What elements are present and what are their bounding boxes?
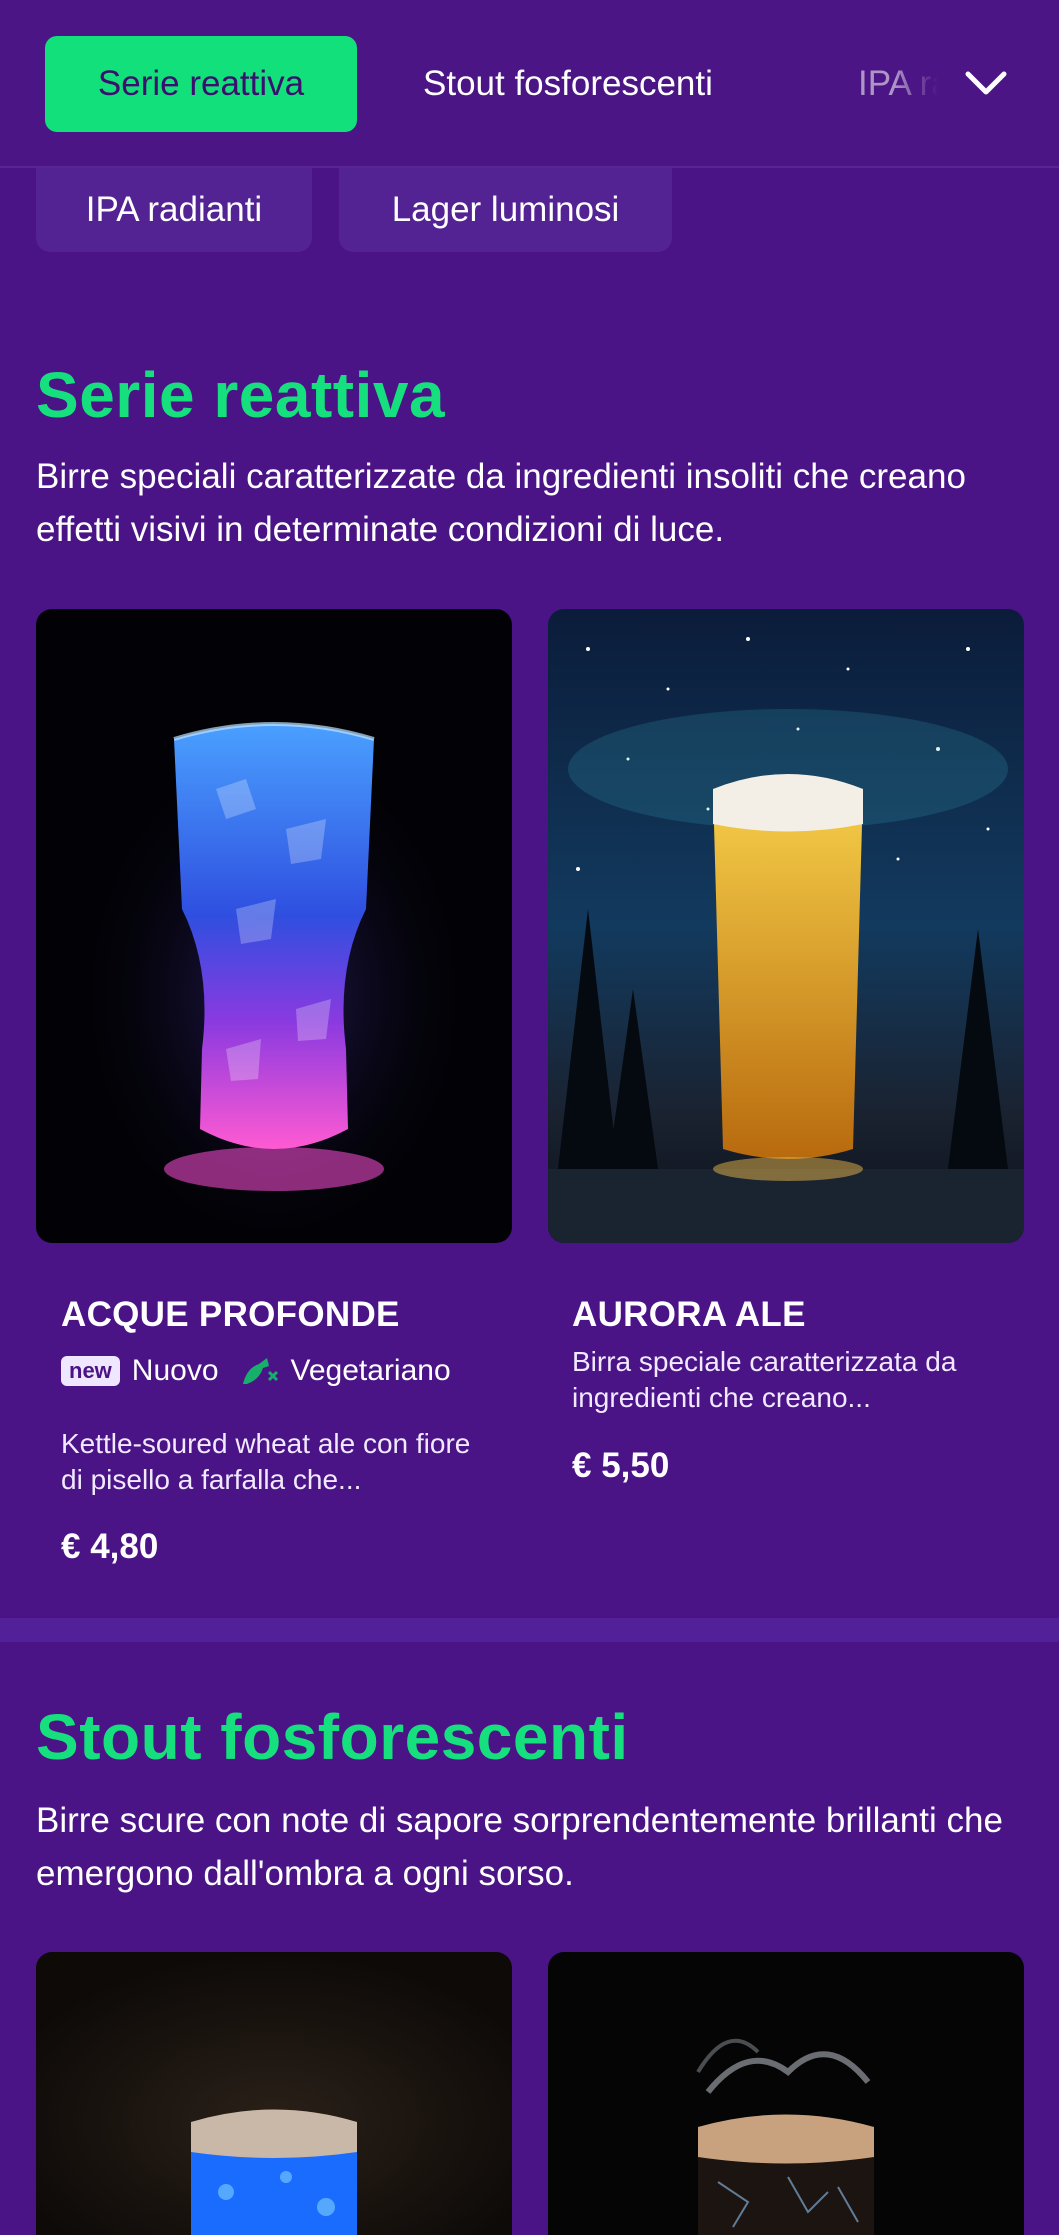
tab-ipa-radianti[interactable]: IPA radianti [858, 36, 938, 132]
chip-ipa-radianti[interactable]: IPA radianti [36, 168, 312, 252]
category-nav: Serie reattiva Stout fosforescenti IPA r… [0, 0, 1059, 168]
product-image[interactable] [36, 1952, 512, 2235]
chevron-down-icon[interactable] [960, 58, 1012, 110]
section-divider [0, 1618, 1059, 1642]
section-title: Stout fosforescenti [36, 1701, 629, 1773]
product-name: AURORA ALE [572, 1295, 806, 1334]
product-image[interactable] [548, 609, 1024, 1243]
product-description: Birra speciale caratterizzata da ingredi… [572, 1346, 957, 1413]
product-price: € 5,50 [572, 1446, 670, 1485]
new-badge: new [61, 1356, 120, 1386]
tab-serie-reattiva[interactable]: Serie reattiva [45, 36, 357, 132]
product-description: Kettle-soured wheat ale con fiore di pis… [61, 1428, 471, 1495]
vegetarian-icon [239, 1354, 279, 1388]
vegetarian-label: Vegetariano [290, 1354, 451, 1387]
product-image[interactable] [36, 609, 512, 1243]
new-label: Nuovo [131, 1354, 219, 1387]
menu-page: Serie reattiva Stout fosforescenti IPA r… [0, 0, 1059, 2235]
chip-lager-luminosi[interactable]: Lager luminosi [339, 168, 672, 252]
product-name: ACQUE PROFONDE [61, 1295, 400, 1334]
product-price: € 4,80 [61, 1527, 159, 1566]
section-description: Birre scure con note di sapore sorprende… [36, 1801, 1003, 1893]
product-image[interactable] [548, 1952, 1024, 2235]
tab-stout-fosforescenti[interactable]: Stout fosforescenti [423, 36, 713, 132]
section-description: Birre speciali caratterizzate da ingredi… [36, 457, 966, 549]
section-title: Serie reattiva [36, 359, 446, 431]
product-tags: new Nuovo Vegetariano [61, 1354, 451, 1388]
